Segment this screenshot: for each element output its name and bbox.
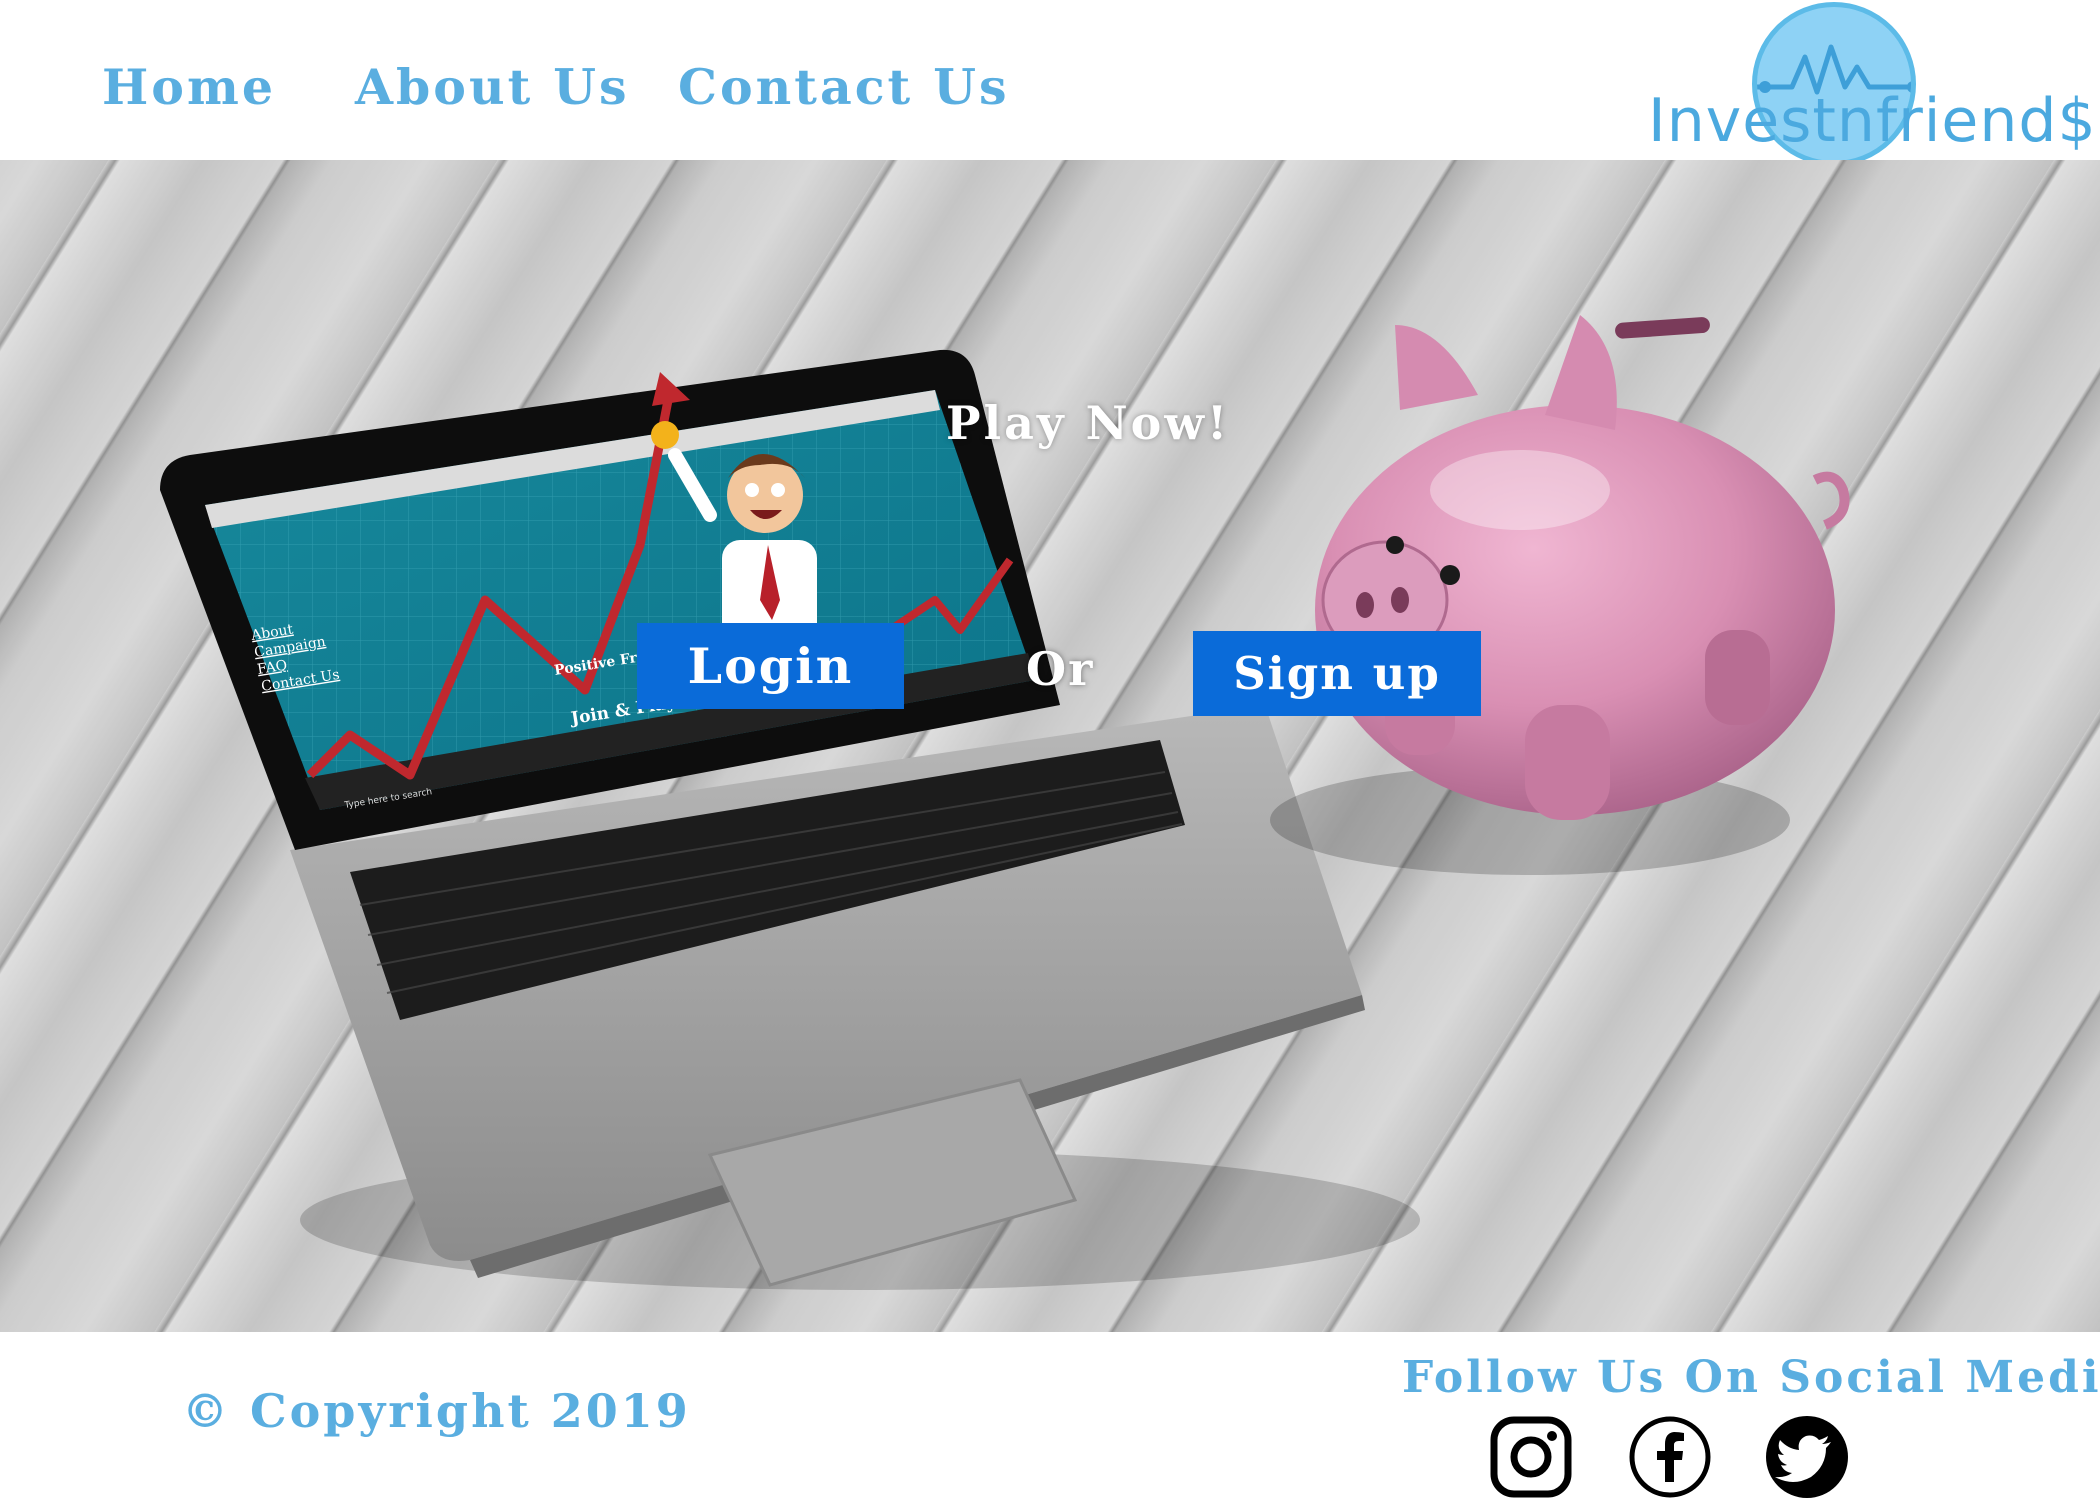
facebook-icon[interactable] xyxy=(1627,1414,1713,1500)
site-logo[interactable]: Investnfriend$ xyxy=(1640,0,2096,178)
copyright-text: © Copyright 2019 xyxy=(182,1384,691,1438)
nav-about-link[interactable]: About Us xyxy=(355,58,630,116)
follow-heading: Follow Us On Social Media xyxy=(1402,1352,2100,1403)
or-label: Or xyxy=(1026,642,1095,696)
nav-home-link[interactable]: Home xyxy=(102,58,276,116)
login-button[interactable]: Login xyxy=(637,623,904,709)
hero-banner: About Campaign FAQ Contact Us Positive F… xyxy=(0,160,2100,1332)
instagram-icon[interactable] xyxy=(1488,1414,1574,1500)
play-now-heading: Play Now! xyxy=(946,396,1231,450)
site-header: Home About Us Contact Us Investnfriend$ xyxy=(0,0,2100,166)
hero-illustration: About Campaign FAQ Contact Us Positive F… xyxy=(0,160,2100,1332)
nav-contact-link[interactable]: Contact Us xyxy=(678,58,1010,116)
signup-button[interactable]: Sign up xyxy=(1193,631,1481,716)
site-footer: © Copyright 2019 Follow Us On Social Med… xyxy=(0,1332,2100,1500)
logo-text: Investnfriend$ xyxy=(1648,86,2097,156)
twitter-icon[interactable] xyxy=(1764,1414,1850,1500)
